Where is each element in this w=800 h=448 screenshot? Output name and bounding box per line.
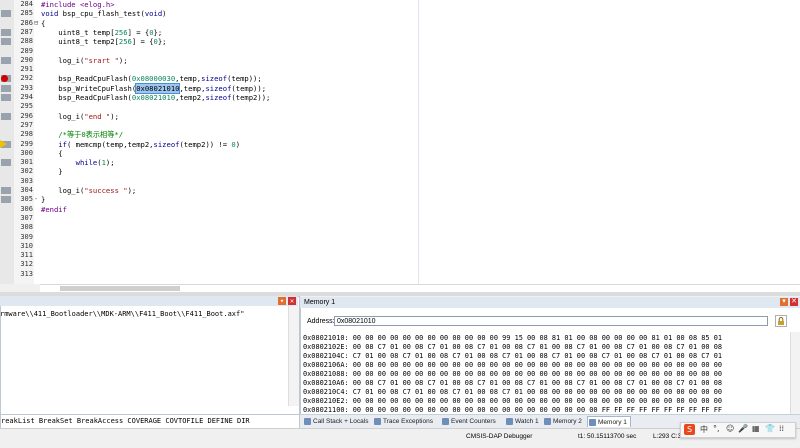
memory-row[interactable]: 0x080210C4: C7 01 00 08 C7 01 00 08 C7 0… xyxy=(303,388,722,397)
command-scrollbar[interactable] xyxy=(288,306,299,406)
tab-call-stack-locals[interactable]: Call Stack + Locals xyxy=(303,416,371,427)
memory-window-header: Memory 1 ▾ ✕ xyxy=(300,297,800,308)
tab-memory-1[interactable]: Memory 1 xyxy=(587,416,631,427)
call-stack-icon xyxy=(304,418,311,425)
code-line[interactable]: } xyxy=(41,195,45,204)
pin-icon[interactable]: ▾ xyxy=(278,297,286,305)
memory-row[interactable]: 0x08021088: 00 00 00 00 00 00 00 00 00 0… xyxy=(303,370,722,379)
code-line[interactable]: #endif xyxy=(41,205,67,214)
command-input[interactable]: reakList BreakSet BreakAccess COVERAGE C… xyxy=(0,414,300,429)
emoji-icon[interactable]: ☺ xyxy=(726,424,734,433)
editor-scroll-thumb[interactable] xyxy=(60,286,180,291)
code-line[interactable]: bsp_WriteCpuFlash(0x08021010,temp,sizeof… xyxy=(41,82,266,94)
close-icon[interactable]: ✕ xyxy=(790,298,798,306)
close-icon[interactable]: ✕ xyxy=(288,297,296,305)
simulation-time: t1: 50.15113700 sec xyxy=(578,433,637,440)
punctuation-icon[interactable]: °, xyxy=(713,424,720,433)
command-window-header: ▾ ✕ xyxy=(0,296,298,306)
tab-memory-2[interactable]: Memory 2 xyxy=(543,416,585,427)
lock-icon[interactable] xyxy=(775,315,787,327)
code-line[interactable]: void bsp_cpu_flash_test(void) xyxy=(41,9,167,18)
memory-row[interactable]: 0x0802102E: 00 08 C7 01 00 08 C7 01 00 0… xyxy=(303,343,722,352)
keyboard-icon[interactable]: ▦ xyxy=(752,424,760,433)
counter-icon xyxy=(442,418,449,425)
code-line[interactable]: uint8_t temp[256] = {0}; xyxy=(41,28,162,37)
code-line[interactable]: uint8_t temp2[256] = {0}; xyxy=(41,37,166,46)
memory-row[interactable]: 0x08021010: 00 00 00 00 00 00 00 00 00 0… xyxy=(303,334,722,343)
address-label: Address: xyxy=(307,318,335,325)
code-line[interactable]: log_i("srart "); xyxy=(41,56,127,65)
microphone-icon[interactable]: 🎤 xyxy=(738,424,748,433)
tab-trace-exceptions[interactable]: Trace Exceptions xyxy=(373,416,439,427)
language-toggle[interactable]: 中 xyxy=(700,424,708,435)
memory-icon xyxy=(589,419,596,426)
memory-row[interactable]: 0x080210A6: 00 08 C7 01 00 08 C7 01 00 0… xyxy=(303,379,722,388)
memory-window-title: Memory 1 xyxy=(304,299,336,306)
memory-row[interactable]: 0x0802104C: C7 01 00 08 C7 01 00 08 C7 0… xyxy=(303,352,722,361)
address-input[interactable]: 0x08021010 xyxy=(334,316,768,326)
memory-icon xyxy=(544,418,551,425)
sogou-logo-icon[interactable]: S xyxy=(684,424,695,435)
code-line[interactable]: { xyxy=(41,19,45,28)
toolbox-icon[interactable]: ⁞⁞ xyxy=(779,424,784,433)
watch-icon xyxy=(506,418,513,425)
memory-row[interactable]: 0x080210E2: 00 00 00 00 00 00 00 00 00 0… xyxy=(303,397,722,406)
code-line[interactable]: log_i("success "); xyxy=(41,186,136,195)
code-line[interactable]: bsp_ReadCpuFlash(0x08021010,temp2,sizeof… xyxy=(41,93,270,102)
code-line[interactable]: while(1); xyxy=(41,158,115,167)
code-line[interactable]: #include <elog.h> xyxy=(41,0,115,9)
code-line[interactable]: } xyxy=(41,167,62,176)
code-line[interactable]: bsp_ReadCpuFlash(0x08000030,temp,sizeof(… xyxy=(41,74,261,83)
memory-scrollbar[interactable] xyxy=(790,332,800,414)
trace-icon xyxy=(374,418,381,425)
command-output: rmware\\411_Bootloader\\MDK-ARM\\F411_Bo… xyxy=(0,310,245,318)
pin-icon[interactable]: ▾ xyxy=(780,298,788,306)
code-line[interactable]: /*等于0表示相等*/ xyxy=(41,130,123,139)
skin-icon[interactable]: 👕 xyxy=(765,424,775,433)
tab-event-counters[interactable]: Event Counters xyxy=(441,416,503,427)
tab-watch-1[interactable]: Watch 1 xyxy=(505,416,541,427)
debugger-status: CMSIS-DAP Debugger xyxy=(466,433,533,440)
code-line[interactable]: log_i("end "); xyxy=(41,112,119,121)
code-line[interactable]: if( memcmp(temp,temp2,sizeof(temp2)) != … xyxy=(41,140,240,149)
code-line[interactable]: { xyxy=(41,149,62,158)
memory-row[interactable]: 0x0802106A: 00 08 00 00 00 00 00 00 00 0… xyxy=(303,361,722,370)
code-area[interactable]: #include <elog.h> void bsp_cpu_flash_test… xyxy=(0,0,800,284)
